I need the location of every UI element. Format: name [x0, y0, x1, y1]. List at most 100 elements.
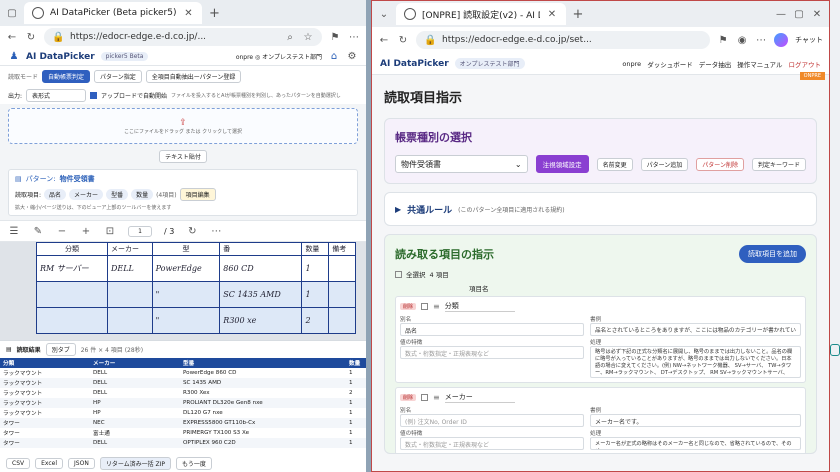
delete-item-tag[interactable]: 削除	[400, 394, 417, 401]
auto-extract-button[interactable]: 全項目自動抽出ーパターン登録	[145, 70, 242, 83]
item-checkbox[interactable]	[421, 394, 429, 401]
item-checkbox[interactable]	[421, 303, 429, 310]
delete-pattern-button[interactable]: パターン削除	[696, 157, 744, 171]
table-cell: 1	[349, 430, 353, 436]
form-type-select[interactable]: 物件受領書 ⌄	[395, 155, 528, 173]
star-icon[interactable]: ☆	[302, 32, 314, 43]
maximize-icon[interactable]: ▢	[793, 9, 805, 20]
tab-list-icon[interactable]: ▢	[6, 8, 18, 19]
auto-detect-button[interactable]: 自動帳票判定	[42, 70, 91, 83]
table-cell: HP	[93, 410, 101, 416]
process-input[interactable]: メーカー名が正式の略称はそのメーカー名と同じなので、省略されているので、そのメ	[590, 437, 801, 450]
more-icon[interactable]: ⋯	[210, 226, 222, 237]
chat-label[interactable]: チャット	[795, 35, 823, 45]
rotate-icon[interactable]: ↻	[186, 226, 198, 237]
nav-manual[interactable]: 操作マニュアル	[737, 59, 782, 69]
drag-handle-icon[interactable]: ≡	[433, 302, 440, 311]
menu-dots-icon[interactable]: ⋯	[755, 35, 767, 46]
extension-icon[interactable]: ⚑	[329, 32, 341, 43]
fit-icon[interactable]: ⊡	[104, 226, 116, 237]
back-icon[interactable]: ←	[378, 35, 390, 46]
left-active-tab[interactable]: AI DataPicker (Beta picker5) ✕	[24, 2, 203, 24]
mode-row: 読取モード 自動帳票判定 パターン指定 全項目自動抽出ーパターン登録	[0, 66, 366, 87]
settings-icon[interactable]: ⚙	[346, 51, 358, 62]
reload-icon[interactable]: ↻	[397, 35, 409, 46]
auto-start-checkbox[interactable]	[90, 92, 98, 99]
table-cell: 1	[349, 400, 353, 406]
item-name[interactable]: メーカー	[444, 392, 515, 403]
scan-cell: 1	[301, 255, 330, 282]
minimize-icon[interactable]: —	[775, 9, 787, 20]
extension-icon[interactable]: ⚑	[717, 35, 729, 46]
drag-handle-icon[interactable]: ≡	[433, 393, 440, 402]
home-icon[interactable]: ⌂	[328, 51, 340, 62]
pattern-select-button[interactable]: パターン指定	[94, 70, 142, 83]
export-excel-button[interactable]: Excel	[35, 458, 64, 469]
keyword-button[interactable]: 判定キーワード	[751, 157, 806, 171]
reload-icon[interactable]: ↻	[25, 32, 37, 43]
back-icon[interactable]: ←	[6, 32, 18, 43]
draw-icon[interactable]: ✎	[32, 226, 44, 237]
select-all-checkbox[interactable]	[395, 270, 402, 278]
page-number-input[interactable]: 1	[128, 225, 152, 237]
add-item-button[interactable]: 読取項目を追加	[739, 245, 806, 263]
table-cell: 富士通	[93, 431, 110, 437]
new-tab-icon[interactable]: +	[572, 7, 584, 22]
profile-icon[interactable]: ◉	[736, 35, 748, 46]
nav-logout[interactable]: ログアウト	[789, 59, 822, 69]
close-tab-icon[interactable]: ✕	[182, 8, 194, 19]
zoom-in-icon[interactable]: +	[80, 226, 92, 237]
right-active-tab[interactable]: [ONPRE] 読取設定(v2) - AI DataPick... ✕	[396, 3, 566, 25]
nav-dashboard[interactable]: ダッシュボード	[647, 59, 693, 69]
export-csv-button[interactable]: CSV	[6, 458, 31, 469]
scan-cell: DELL	[106, 255, 153, 282]
pattern-value: 物件受領書	[59, 175, 95, 183]
rename-button[interactable]: 名前変更	[596, 157, 633, 171]
scan-cell: RM サーバー	[36, 255, 108, 282]
list-icon[interactable]: ☰	[8, 226, 20, 237]
menu-dots-icon[interactable]: ⋯	[348, 32, 360, 43]
condition-input[interactable]: 数式・桁数指定・正規表現など	[400, 437, 584, 450]
app-logo-icon: ♟	[9, 51, 19, 62]
open-tab-button[interactable]: 別タブ	[45, 343, 76, 356]
output-select[interactable]: 表形式	[26, 89, 87, 102]
add-pattern-button[interactable]: パターン追加	[640, 157, 689, 171]
close-tab-icon[interactable]: ✕	[546, 9, 558, 20]
alias-input[interactable]: 品名	[400, 323, 584, 336]
process-input[interactable]: 略号は必ず下記の正式な分類名に展開し、略号のままでは出力しないこと。品名の欄に略…	[590, 346, 801, 378]
table-row: タワー NEC EXPRESS5800 GT110b-Cx 1	[0, 418, 366, 428]
alias-label: 別名	[400, 408, 412, 414]
page-hint: 拡大・縮小/ページ送りは、下のビューア上部のツールバーを使えます	[15, 205, 172, 211]
tab-list-icon[interactable]: ⌄	[378, 9, 390, 20]
table-cell: ラックマウント	[3, 391, 43, 397]
edit-fields-button[interactable]: 項目編集	[179, 188, 216, 201]
common-rule-card[interactable]: ▶ 共通ルール (このパターン全項目に適用される規約)	[384, 192, 817, 226]
table-cell: R300 Xex	[183, 390, 210, 396]
example-input[interactable]: 品名とされているところをありますが、ここには物品のカテゴリーが書かれています。	[590, 323, 801, 336]
scan-row: " R300 xe 2	[36, 307, 356, 334]
region-setting-button[interactable]: 注視領域設定	[535, 155, 589, 173]
zoom-icon[interactable]: ⌕	[284, 32, 296, 43]
left-url-field[interactable]: 🔒 https://edocr-edge.e-d.co.jp/... ⌕ ☆	[44, 28, 322, 46]
copilot-icon[interactable]	[774, 33, 789, 47]
example-input[interactable]: メーカー名です。	[590, 414, 801, 427]
delete-item-tag[interactable]: 削除	[400, 303, 417, 310]
page-total: / 3	[164, 226, 175, 236]
item-block: 削除 ≡ 分類 別名 品名 書例 品名とされているところをありますが、ここには物品の…	[395, 296, 806, 383]
alias-input[interactable]: (例) 注文No, Order ID	[400, 414, 584, 427]
condition-input[interactable]: 数式・桁数指定・正規表現など	[400, 346, 584, 359]
table-cell: 1	[349, 380, 353, 386]
text-paste-button[interactable]: テキスト貼付	[159, 150, 207, 163]
export-json-button[interactable]: JSON	[68, 458, 95, 469]
new-tab-icon[interactable]: +	[208, 6, 220, 21]
drop-zone[interactable]: ⇪ ここにファイルをドラッグ または クリックして選択	[8, 108, 358, 144]
export-zip-button[interactable]: リターム済み一括 ZIP	[99, 457, 172, 470]
zoom-out-icon[interactable]: −	[56, 226, 68, 237]
retry-button[interactable]: もう一度	[176, 457, 212, 470]
close-window-icon[interactable]: ✕	[811, 9, 823, 20]
sidebar-toggle-icon[interactable]	[830, 344, 840, 356]
right-url-field[interactable]: 🔒 https://edocr-edge.e-d.co.jp/set...	[416, 31, 711, 49]
nav-extract[interactable]: データ抽出	[699, 59, 732, 69]
scan-cell	[106, 307, 153, 334]
item-name[interactable]: 分類	[444, 301, 515, 312]
